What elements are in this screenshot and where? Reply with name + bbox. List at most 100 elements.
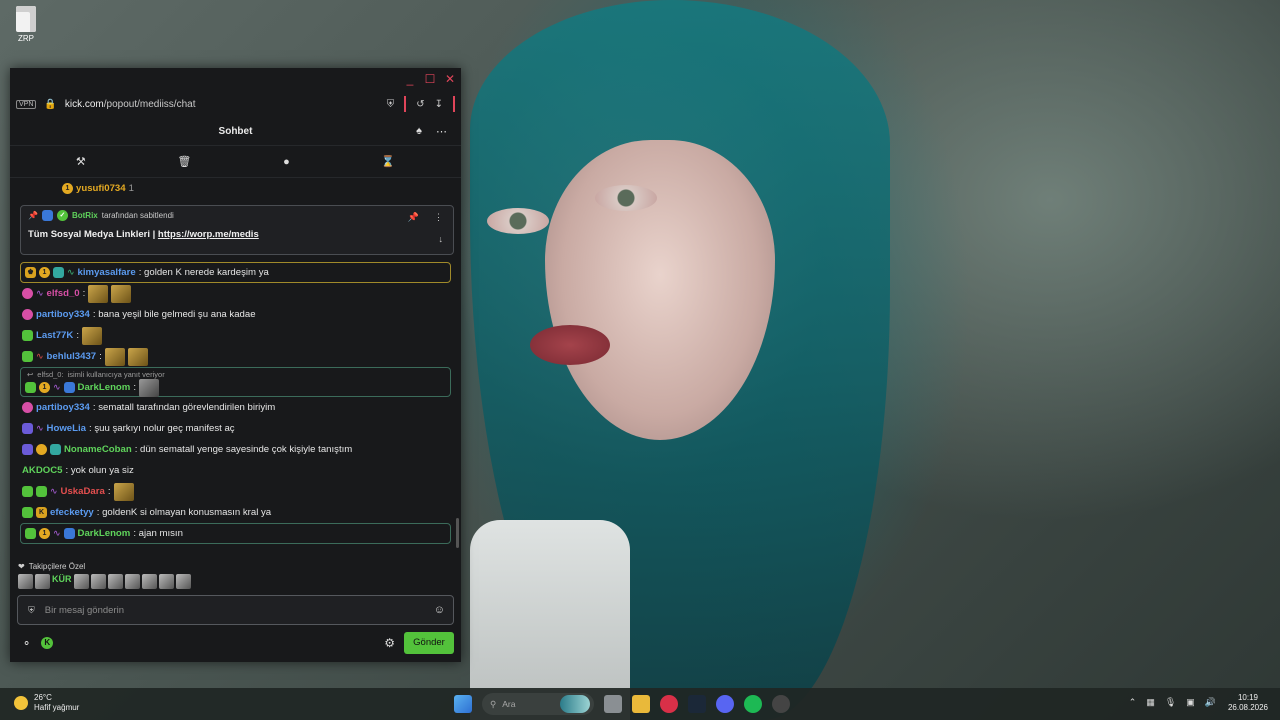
followers-label: ❤ Takipçilere Özel	[18, 562, 86, 571]
emote-icon[interactable]	[90, 574, 106, 589]
chat-scrollbar[interactable]	[456, 518, 459, 548]
chat-username[interactable]: partiboy334	[36, 402, 90, 413]
url-text[interactable]: kick.com/popout/mediiss/chat	[65, 99, 196, 110]
opera-browser-icon[interactable]	[660, 695, 678, 713]
send-button[interactable]: Gönder	[404, 632, 454, 654]
emote-row: KÜR	[18, 574, 453, 589]
chat-username[interactable]: DarkLenom	[78, 382, 131, 393]
taskbar-apps: ⚲ Ara	[454, 693, 790, 715]
sub-badge-icon: 1	[39, 267, 50, 278]
pinned-bot-name[interactable]: BotRix	[72, 211, 98, 220]
search-placeholder: Ara	[502, 699, 516, 709]
chat-username[interactable]: behlul3437	[47, 351, 97, 362]
shield-icon[interactable]: ⛨	[387, 99, 395, 110]
vpn-badge[interactable]: VPN	[16, 99, 37, 109]
expand-arrow-icon[interactable]: ↓	[439, 234, 444, 244]
taskbar-search[interactable]: ⚲ Ara	[482, 693, 594, 715]
chat-messages[interactable]: 1 yusufi0734 1 📌 ✓ BotRix tarafından sab…	[10, 178, 461, 558]
sub-badge-icon	[22, 351, 33, 362]
bot-badge-icon	[41, 210, 53, 221]
microphone-icon[interactable]: 🎙	[1165, 697, 1176, 708]
chat-username[interactable]: kimyasalfare	[78, 267, 136, 278]
pinned-message[interactable]: 📌 ✓ BotRix tarafından sabitlendi 📌 ⋮ Tüm…	[20, 205, 454, 255]
address-bar[interactable]: VPN 🔒 kick.com/popout/mediiss/chat ⛨ ↺ ↧	[10, 90, 461, 118]
chat-username[interactable]: yusufi0734	[76, 183, 126, 194]
message-input[interactable]: ⛨ Bir mesaj gönderin ☺	[17, 595, 454, 625]
download-icon[interactable]: ↧	[435, 99, 443, 110]
chevron-up-icon[interactable]: ⌃	[1129, 697, 1137, 708]
chat-username[interactable]: Last77K	[36, 330, 73, 341]
clock[interactable]: 10:19 26.08.2026	[1228, 693, 1268, 713]
chat-username[interactable]: elfsd_0	[47, 288, 80, 299]
volume-icon[interactable]: 🔊	[1205, 697, 1216, 708]
emote-icon[interactable]	[158, 574, 174, 589]
desktop-file-icon[interactable]: ZRP	[12, 6, 40, 43]
maximize-button[interactable]: ☐	[421, 72, 439, 86]
gift-badge-icon	[50, 444, 61, 455]
hammer-icon[interactable]: ⚒	[76, 155, 86, 168]
chat-message-text: : dün sematall yenge sayesinde çok kişiy…	[134, 444, 353, 455]
hourglass-icon[interactable]: ⌛	[381, 155, 395, 168]
share-icon[interactable]: ↺	[416, 99, 424, 110]
crown-badge-icon: ♚	[25, 267, 36, 278]
close-button[interactable]: ✕	[441, 72, 459, 86]
emote-text[interactable]: KÜR	[52, 574, 72, 589]
chat-username[interactable]: HoweLia	[47, 423, 86, 434]
security-icon[interactable]: ▦	[1146, 697, 1155, 708]
reply-ref-user: elfsd_0:	[37, 370, 64, 379]
pinned-header: 📌 ✓ BotRix tarafından sabitlendi	[28, 210, 446, 221]
user-settings-icon[interactable]: ♠	[416, 125, 422, 138]
divider	[404, 96, 407, 112]
unpin-icon[interactable]: 📌	[408, 212, 419, 223]
shield-icon[interactable]: ⛨	[28, 605, 35, 616]
weather-widget[interactable]: 26°C Hafif yağmur	[14, 693, 79, 713]
emote-icon[interactable]	[141, 574, 157, 589]
start-icon[interactable]	[454, 695, 472, 713]
chat-username[interactable]: partiboy334	[36, 309, 90, 320]
chat-username[interactable]: AKDOC5	[22, 465, 63, 476]
task-view-icon[interactable]	[604, 695, 622, 713]
emote-icon[interactable]	[35, 574, 50, 589]
file-explorer-icon[interactable]	[632, 695, 650, 713]
chat-username[interactable]: efecketyy	[50, 507, 94, 518]
gear-icon[interactable]: ⚙	[384, 636, 395, 650]
message-input-placeholder: Bir mesaj gönderin	[44, 604, 124, 616]
emote-icon[interactable]	[18, 574, 33, 589]
emoji-icon[interactable]: ☺	[434, 604, 445, 616]
list-item: 1 yusufi0734 1	[18, 178, 453, 199]
kick-logo-icon[interactable]: K	[41, 637, 54, 649]
steam-icon[interactable]	[688, 695, 706, 713]
spotify-icon[interactable]	[744, 695, 762, 713]
chat-message-text: : şuu şarkıyı nolur geç manifest aç	[89, 423, 235, 434]
wave-icon: ∿	[36, 288, 44, 298]
network-icon[interactable]: ▣	[1186, 697, 1195, 708]
more-options-icon[interactable]: ⋯	[436, 125, 447, 138]
emote-icon[interactable]	[73, 574, 89, 589]
table-row: 1 ∿ DarkLenom : ajan mısın	[20, 523, 451, 544]
chat-username[interactable]: UskaDara	[61, 486, 105, 497]
minimize-button[interactable]: _	[401, 72, 419, 86]
lock-icon[interactable]: 🔒	[44, 99, 56, 110]
sub-badge-icon	[25, 528, 36, 539]
sub-badge-icon	[22, 330, 33, 341]
emote-icon[interactable]	[175, 574, 191, 589]
app-icon[interactable]	[772, 695, 790, 713]
emote-icon[interactable]	[124, 574, 140, 589]
title-bar: _ ☐ ✕	[10, 68, 461, 90]
chat-username[interactable]: NonameCoban	[64, 444, 132, 455]
pinned-message-text: Tüm Sosyal Medya Linkleri |	[28, 229, 156, 240]
colon: :	[76, 330, 79, 341]
table-row: K efecketyy : goldenK si olmayan konusma…	[18, 502, 453, 523]
trash-icon[interactable]: 🗑	[177, 155, 191, 168]
desktop-icon-label: ZRP	[18, 34, 34, 43]
chat-username[interactable]: DarkLenom	[78, 528, 131, 539]
discord-icon[interactable]	[716, 695, 734, 713]
pinned-link[interactable]: https://worp.me/medis	[158, 229, 259, 240]
wave-icon: ∿	[67, 267, 75, 277]
emote-icon[interactable]	[107, 574, 123, 589]
points-icon[interactable]: ⚬	[22, 637, 31, 650]
sub-badge-icon	[22, 444, 33, 455]
chat-bubble-icon[interactable]: ●	[283, 156, 290, 168]
pinned-by-text: tarafından sabitlendi	[101, 211, 174, 220]
pinned-more-icon[interactable]: ⋮	[434, 212, 443, 223]
